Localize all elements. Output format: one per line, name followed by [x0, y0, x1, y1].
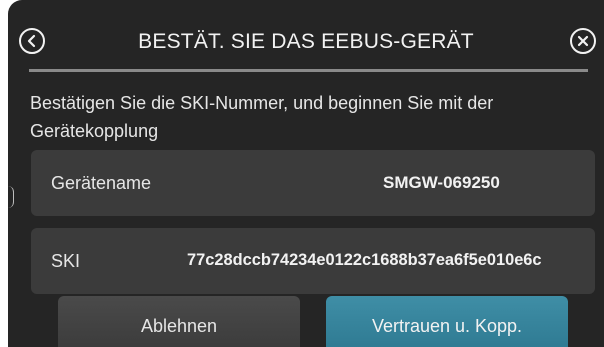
page-title: BESTÄT. SIE DAS EEBUS-GERÄT: [138, 30, 474, 53]
ski-row: SKI 77c28dccb74234e0122c1688b37ea6f5e010…: [31, 228, 595, 294]
header-divider: [29, 69, 588, 72]
eebus-confirm-screen: BESTÄT. SIE DAS EEBUS-GERÄT Bestätigen S…: [8, 0, 604, 347]
reject-button[interactable]: Ablehnen: [58, 296, 300, 347]
ski-label: SKI: [51, 251, 81, 271]
device-name-value: SMGW-069250: [383, 173, 500, 192]
header: BESTÄT. SIE DAS EEBUS-GERÄT: [8, 0, 604, 70]
instruction-text: Bestätigen Sie die SKI-Nummer, und begin…: [30, 93, 494, 141]
close-icon[interactable]: [570, 28, 596, 54]
device-name-row: Gerätename SMGW-069250: [31, 150, 595, 216]
trust-and-pair-button[interactable]: Vertrauen u. Kopp.: [326, 296, 568, 347]
edge-marker: [8, 186, 14, 208]
ski-value: 77c28dccb74234e0122c1688b37ea6f5e010e6c: [187, 251, 542, 269]
device-name-label: Gerätename: [51, 173, 152, 193]
back-icon[interactable]: [19, 28, 45, 54]
